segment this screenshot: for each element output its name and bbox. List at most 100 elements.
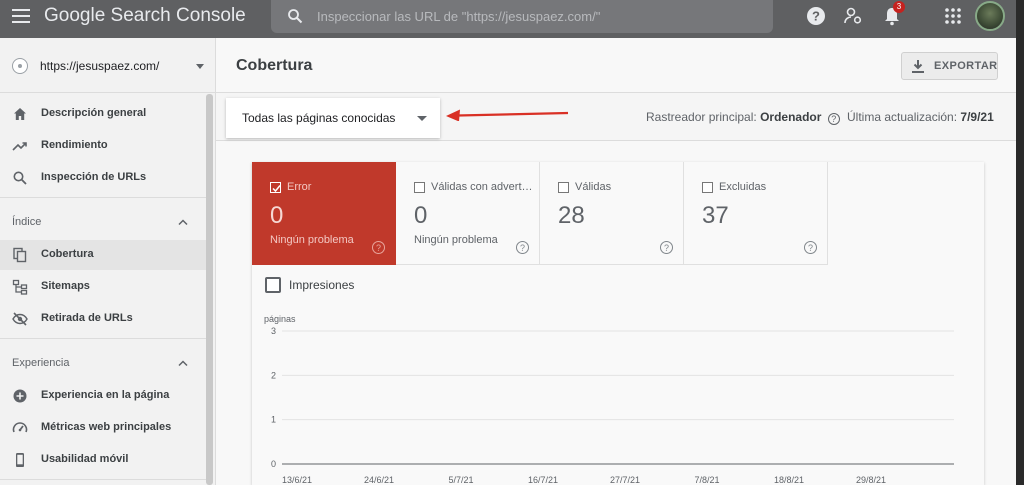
menu-icon[interactable]	[12, 9, 30, 23]
speed-icon	[12, 422, 28, 433]
coverage-card: Error 0 Ningún problema ? Válidas con ad…	[252, 162, 984, 485]
x-tick-label: 27/7/21	[610, 475, 640, 485]
x-tick-label: 13/6/21	[282, 475, 312, 485]
download-icon	[912, 60, 924, 73]
crawler-value: Ordenador	[760, 110, 822, 124]
apps-grid-icon[interactable]	[943, 6, 963, 26]
section-title: Experiencia	[12, 357, 70, 369]
help-icon[interactable]: ?	[804, 241, 817, 254]
file-copy-icon	[13, 247, 27, 263]
x-tick-label: 16/7/21	[528, 475, 558, 485]
help-icon[interactable]: ?	[660, 241, 673, 254]
tile-excluded[interactable]: Excluidas 37 ?	[684, 162, 828, 265]
help-icon[interactable]: ?	[827, 113, 840, 125]
x-tick-label: 7/8/21	[694, 475, 719, 485]
svg-text:?: ?	[812, 9, 820, 24]
tile-valid[interactable]: Válidas 28 ?	[540, 162, 684, 265]
sidebar-item-label: Sitemaps	[41, 280, 90, 292]
chevron-up-icon	[178, 219, 188, 226]
x-tick-label: 5/7/21	[448, 475, 473, 485]
page-title: Cobertura	[236, 57, 313, 74]
sidebar-item-overview[interactable]: Descripción general	[0, 99, 206, 129]
tile-status: Ningún problema	[270, 234, 354, 246]
y-axis-label: páginas	[264, 314, 296, 324]
y-tick-label: 3	[271, 326, 276, 336]
sidebar-item-label: Métricas web principales	[41, 421, 172, 433]
sidebar-scrollbar[interactable]	[206, 94, 213, 485]
sidebar-item-label: Rendimiento	[41, 139, 108, 151]
tile-label: Error	[287, 181, 312, 193]
checkbox-icon[interactable]	[558, 182, 569, 193]
sidebar-item-label: Cobertura	[41, 248, 94, 260]
impressions-label: Impresiones	[289, 278, 355, 292]
tile-value: 0	[270, 202, 284, 229]
sidebar-item-page-experience[interactable]: Experiencia en la página	[0, 381, 206, 411]
app-window: Google Search Console Inspeccionar las U…	[0, 0, 1016, 485]
coverage-chart: páginas 0 1 2 3 13/6/21 24/6/21 5/7/21 16/7/21 2…	[264, 314, 954, 485]
section-experience[interactable]: Experiencia	[0, 350, 206, 376]
updated-value: 7/9/21	[960, 110, 994, 124]
help-icon[interactable]: ?	[372, 241, 385, 254]
last-updated: Última actualización: 7/9/21	[847, 110, 994, 124]
help-icon[interactable]: ?	[806, 6, 826, 26]
account-settings-icon[interactable]	[843, 6, 863, 26]
x-tick-label: 18/8/21	[774, 475, 804, 485]
x-tick-label: 24/6/21	[364, 475, 394, 485]
y-tick-label: 0	[271, 459, 276, 469]
sidebar-item-mobile-usability[interactable]: Usabilidad móvil	[0, 445, 206, 475]
annotation-arrow-icon	[446, 109, 569, 121]
property-url: https://jesuspaez.com/	[40, 59, 160, 73]
divider	[0, 479, 206, 480]
page-header: Cobertura EXPORTAR	[216, 38, 1016, 93]
sidebar-item-removals[interactable]: Retirada de URLs	[0, 304, 206, 334]
sidebar-item-sitemaps[interactable]: Sitemaps	[0, 272, 206, 302]
eye-off-icon	[12, 312, 28, 326]
impressions-checkbox[interactable]	[265, 277, 281, 293]
tile-error[interactable]: Error 0 Ningún problema ?	[252, 162, 396, 265]
notification-badge: 3	[893, 1, 905, 13]
chevron-down-icon	[196, 64, 204, 69]
window-edge	[1016, 0, 1024, 485]
phone-icon	[16, 453, 24, 467]
sidebar-item-coverage[interactable]: Cobertura	[0, 240, 206, 270]
tile-label: Excluidas	[719, 181, 767, 193]
add-circle-icon	[13, 389, 27, 403]
sidebar-item-performance[interactable]: Rendimiento	[0, 131, 206, 161]
url-inspection-search[interactable]: Inspeccionar las URL de "https://jesuspa…	[271, 0, 773, 33]
property-icon	[12, 58, 28, 74]
tile-status: Ningún problema	[414, 234, 498, 246]
app-title[interactable]: Google Search Console	[44, 5, 246, 27]
help-icon[interactable]: ?	[516, 241, 529, 254]
tile-label: Válidas con advertencias	[431, 181, 535, 193]
tile-label: Válidas	[575, 181, 612, 193]
tile-value: 37	[702, 202, 729, 229]
sitemap-icon	[12, 279, 28, 295]
export-label: EXPORTAR	[934, 60, 998, 72]
y-tick-label: 1	[271, 415, 276, 425]
avatar[interactable]	[975, 1, 1005, 31]
divider	[0, 338, 206, 339]
property-selector[interactable]: https://jesuspaez.com/	[0, 38, 215, 93]
primary-crawler: Rastreador principal: Ordenador ?	[646, 110, 840, 125]
section-title: Índice	[12, 216, 42, 228]
checkbox-icon[interactable]	[414, 182, 425, 193]
home-icon	[14, 108, 26, 120]
tile-value: 28	[558, 202, 585, 229]
search-icon	[13, 171, 27, 185]
search-icon	[288, 9, 303, 24]
filter-bar: Todas las páginas conocidas Rastreador p…	[216, 93, 1016, 141]
pages-filter-dropdown[interactable]: Todas las páginas conocidas	[226, 98, 440, 138]
export-button[interactable]: EXPORTAR	[901, 52, 998, 80]
sidebar-item-label: Inspección de URLs	[41, 171, 147, 183]
section-index[interactable]: Índice	[0, 209, 206, 235]
sidebar-item-label: Usabilidad móvil	[41, 453, 129, 465]
sidebar-item-url-inspection[interactable]: Inspección de URLs	[0, 163, 206, 193]
checkbox-icon[interactable]	[702, 182, 713, 193]
tile-valid-with-warnings[interactable]: Válidas con advertencias 0 Ningún proble…	[396, 162, 540, 265]
checkbox-checked-icon[interactable]	[270, 182, 281, 193]
crawler-label: Rastreador principal:	[646, 110, 757, 124]
sidebar-item-label: Retirada de URLs	[41, 312, 133, 324]
tile-value: 0	[414, 202, 428, 229]
sidebar-item-core-web-vitals[interactable]: Métricas web principales	[0, 413, 206, 443]
search-input[interactable]: Inspeccionar las URL de "https://jesuspa…	[317, 9, 600, 24]
